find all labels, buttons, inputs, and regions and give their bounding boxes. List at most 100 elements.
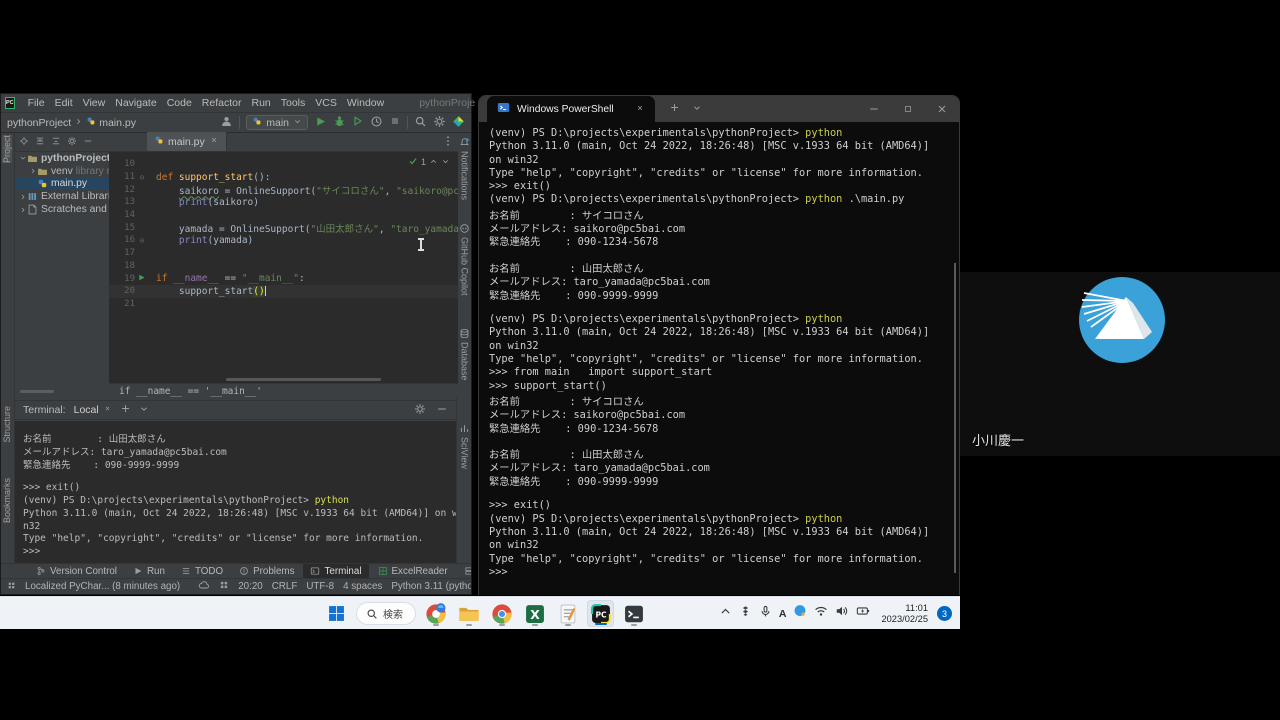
fold-marker[interactable]: ⊖	[135, 236, 149, 245]
tool-strip-github-copilot[interactable]: GitHub Copilot	[459, 223, 470, 296]
run-button[interactable]	[314, 115, 327, 131]
terminal-dropdown-icon[interactable]	[139, 404, 149, 417]
terminal-tab-close-icon[interactable]	[103, 404, 112, 416]
tab-close-icon[interactable]	[635, 103, 645, 116]
tray-microphone[interactable]	[759, 605, 772, 623]
tray-volume[interactable]	[835, 604, 849, 623]
toolwindow-button-version-control[interactable]: Version Control	[29, 564, 124, 579]
fold-marker[interactable]: ⊖	[135, 173, 149, 182]
menu-run[interactable]: Run	[246, 97, 275, 109]
status-widget-icon[interactable]	[7, 581, 16, 593]
menu-tools[interactable]: Tools	[276, 97, 311, 109]
stop-button[interactable]	[389, 115, 401, 130]
settings-button[interactable]	[433, 115, 446, 131]
tray-battery[interactable]	[856, 604, 870, 623]
tray-chevron-up[interactable]	[719, 605, 732, 623]
new-terminal-button[interactable]	[120, 403, 131, 417]
tab-close-icon[interactable]	[209, 135, 219, 148]
tool-strip-bookmarks[interactable]: Bookmarks	[2, 478, 12, 523]
tree-item-main-py[interactable]: main.py	[15, 178, 109, 191]
terminal-output[interactable]: お名前 : 山田太郎さんメールアドレス: taro_yamada@pc5bai.…	[15, 421, 456, 563]
editor-region[interactable]: main.py 1 1011⊖def support_start():12 sa…	[109, 133, 458, 398]
search-everywhere-button[interactable]	[414, 115, 427, 131]
toolwindow-button-terminal[interactable]: Terminal	[303, 564, 368, 579]
menu-vcs[interactable]: VCS	[310, 97, 342, 109]
taskbar-app-chrome[interactable]	[488, 600, 515, 627]
powershell-output[interactable]: (venv) PS D:\projects\experimentals\pyth…	[479, 122, 959, 595]
taskbar-search[interactable]: 検索	[356, 602, 416, 625]
tree-item-scratches-and-co[interactable]: Scratches and Co	[15, 203, 109, 216]
ime-indicator[interactable]: A	[779, 608, 787, 620]
hide-panel-button[interactable]	[83, 136, 93, 149]
toolwindow-button-run[interactable]: Run	[126, 564, 172, 579]
tree-item-external-libraries[interactable]: External Libraries	[15, 190, 109, 203]
maximize-button[interactable]	[891, 96, 925, 122]
menu-window[interactable]: Window	[342, 97, 389, 109]
project-panel[interactable]: pythonProject D:venv library romain.pyEx…	[15, 133, 109, 398]
menu-code[interactable]: Code	[162, 97, 197, 109]
run-configuration-select[interactable]: main	[246, 115, 308, 130]
terminal-hide-icon[interactable]	[436, 403, 448, 418]
tool-strip-project[interactable]: Project	[2, 135, 12, 163]
debug-button[interactable]	[333, 115, 346, 131]
terminal-tab-local[interactable]: Local	[74, 404, 112, 416]
collapse-all-button[interactable]	[35, 136, 45, 149]
tool-strip-notifications[interactable]: Notifications	[459, 137, 470, 200]
breadcrumb-project[interactable]: pythonProject	[7, 117, 71, 129]
run-line-gutter-icon[interactable]	[137, 273, 146, 285]
vcs-status[interactable]: Localized PyChar... (8 minutes ago)	[25, 581, 180, 592]
toolwindow-button-python-packages[interactable]: Python Packages	[457, 564, 471, 579]
menu-edit[interactable]: Edit	[50, 97, 78, 109]
status-item[interactable]: UTF-8	[306, 581, 334, 592]
code-with-me-button[interactable]	[220, 115, 233, 131]
powershell-tab[interactable]: Windows PowerShell	[487, 96, 655, 122]
tab-main-py[interactable]: main.py	[147, 132, 227, 151]
start-button[interactable]	[323, 600, 350, 627]
tray-dropbox[interactable]	[739, 605, 752, 623]
expand-all-button[interactable]	[51, 136, 61, 149]
menu-file[interactable]: File	[23, 97, 50, 109]
tray-app-ball[interactable]	[793, 604, 807, 623]
pycharm-promo-icon[interactable]	[452, 115, 465, 131]
indexing-icon[interactable]	[219, 580, 229, 593]
menu-view[interactable]: View	[78, 97, 111, 109]
profiler-button[interactable]	[370, 115, 383, 131]
taskbar-clock[interactable]: 11:012023/02/25	[881, 603, 928, 624]
status-item[interactable]: 20:20	[238, 581, 263, 592]
tray-wifi[interactable]	[814, 604, 828, 623]
menu-refactor[interactable]: Refactor	[197, 97, 247, 109]
sync-icon[interactable]	[198, 579, 210, 594]
coverage-button[interactable]	[352, 115, 364, 130]
taskbar-app-terminal[interactable]	[620, 600, 647, 627]
status-item[interactable]: CRLF	[272, 581, 298, 592]
status-item[interactable]: Python 3.11 (pythonProject) (2)	[391, 581, 471, 592]
taskbar-app-notepad[interactable]	[554, 600, 581, 627]
tab-dropdown-icon[interactable]	[692, 100, 702, 118]
code-editor[interactable]: 1011⊖def support_start():12 saikoro = On…	[109, 152, 458, 383]
terminal-settings-icon[interactable]	[414, 403, 426, 418]
tree-item-venv[interactable]: venv library ro	[15, 165, 109, 178]
close-button[interactable]	[925, 96, 959, 122]
editor-breadcrumb[interactable]: if __name__ == '__main__'	[119, 386, 262, 397]
locate-file-button[interactable]	[19, 136, 29, 149]
notification-badge[interactable]: 3	[937, 606, 952, 621]
tool-strip-database[interactable]: Database	[459, 328, 470, 381]
toolwindow-button-problems[interactable]: Problems	[232, 564, 301, 579]
project-panel-hscrollbar[interactable]	[20, 390, 54, 393]
taskbar-app-excel[interactable]: X	[521, 600, 548, 627]
status-item[interactable]: 4 spaces	[343, 581, 382, 592]
breadcrumb-file[interactable]: main.py	[99, 117, 136, 129]
toolwindow-button-todo[interactable]: TODO	[174, 564, 230, 579]
taskbar-app-browser[interactable]	[422, 600, 449, 627]
tree-item-pythonproject[interactable]: pythonProject D:	[15, 152, 109, 165]
tool-strip-structure[interactable]: Structure	[2, 406, 12, 443]
editor-hscrollbar[interactable]	[226, 378, 381, 381]
minimize-button[interactable]	[857, 96, 891, 122]
panel-settings-button[interactable]	[67, 136, 77, 149]
menu-navigate[interactable]: Navigate	[110, 97, 161, 109]
taskbar-app-explorer[interactable]	[455, 600, 482, 627]
editor-options-kebab-icon[interactable]	[442, 135, 454, 150]
toolwindow-button-excelreader[interactable]: ExcelReader	[371, 564, 455, 579]
powershell-scrollbar[interactable]	[954, 263, 956, 573]
new-tab-button[interactable]	[669, 100, 680, 118]
